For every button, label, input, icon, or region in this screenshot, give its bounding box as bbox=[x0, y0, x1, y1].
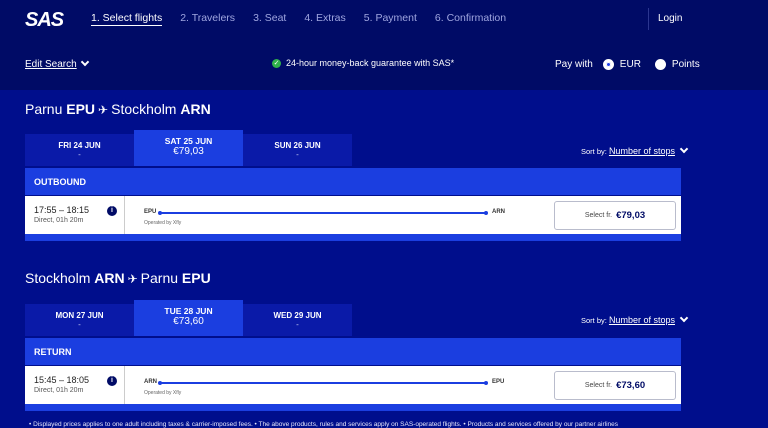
fare-price: €79,03 bbox=[616, 210, 646, 221]
radio-eur[interactable] bbox=[602, 59, 614, 70]
pay-with-selector: Pay with EUR Points bbox=[555, 59, 708, 70]
radio-points[interactable] bbox=[654, 59, 666, 70]
date-label: SUN 26 JUN bbox=[274, 141, 321, 150]
destination-city: Stockholm bbox=[111, 101, 177, 117]
date-label: SAT 25 JUN bbox=[164, 136, 213, 146]
step-confirmation[interactable]: 6. Confirmation bbox=[435, 12, 506, 26]
return-flight-row[interactable]: 15:45 – 18:05 Direct, 01h 20m i ARN EPU … bbox=[25, 366, 681, 404]
date-price: - bbox=[296, 150, 299, 159]
origin-code: EPU bbox=[66, 101, 96, 117]
date-price: €73,60 bbox=[173, 316, 204, 327]
sort-label: Sort by: bbox=[581, 316, 607, 325]
date-tab-selected[interactable]: TUE 28 JUN €73,60 bbox=[134, 300, 243, 336]
outbound-route-title: Parnu EPU ✈ Stockholm ARN bbox=[25, 101, 211, 117]
divider bbox=[124, 366, 125, 404]
guarantee-notice: ✓ 24-hour money-back guarantee with SAS* bbox=[272, 58, 454, 68]
route-line bbox=[158, 381, 488, 385]
check-circle-icon: ✓ bbox=[272, 58, 281, 68]
booking-steps: 1. Select flights 2. Travelers 3. Seat 4… bbox=[91, 12, 506, 26]
info-icon[interactable]: i bbox=[107, 206, 117, 216]
sort-label: Sort by: bbox=[581, 147, 607, 156]
origin-code: ARN bbox=[94, 270, 125, 286]
operator-text: Operated by Xfly bbox=[144, 220, 182, 226]
plane-icon: ✈ bbox=[127, 272, 138, 286]
flight-time: 17:55 – 18:15 bbox=[34, 205, 90, 215]
divider bbox=[124, 196, 125, 234]
top-navigation: SAS 1. Select flights 2. Travelers 3. Se… bbox=[0, 0, 768, 40]
destination-code: EPU bbox=[181, 270, 211, 286]
select-label: Select fr. bbox=[584, 212, 613, 219]
return-sort[interactable]: Sort by: Number of stops bbox=[581, 313, 689, 325]
chevron-down-icon bbox=[80, 57, 89, 67]
search-options-bar: Edit Search ✓ 24-hour money-back guarant… bbox=[0, 40, 768, 90]
pay-with-label: Pay with bbox=[555, 59, 593, 70]
date-tab-selected[interactable]: SAT 25 JUN €79,03 bbox=[134, 130, 243, 166]
outbound-date-selector: FRI 24 JUN - SAT 25 JUN €79,03 SUN 26 JU… bbox=[25, 130, 352, 166]
step-payment[interactable]: 5. Payment bbox=[364, 12, 417, 26]
flight-row-border bbox=[25, 234, 681, 241]
flight-duration: Direct, 01h 20m bbox=[34, 387, 84, 394]
step-seat[interactable]: 3. Seat bbox=[253, 12, 286, 26]
outbound-flight-row[interactable]: 17:55 – 18:15 Direct, 01h 20m i EPU ARN … bbox=[25, 196, 681, 234]
date-price: - bbox=[78, 150, 81, 159]
date-price: - bbox=[78, 320, 81, 329]
radio-points-label[interactable]: Points bbox=[672, 59, 700, 70]
return-route-title: Stockholm ARN ✈ Parnu EPU bbox=[25, 270, 211, 286]
origin-city: Parnu bbox=[25, 101, 63, 117]
select-fare-button[interactable]: Select fr. €73,60 bbox=[554, 371, 676, 400]
radio-eur-label[interactable]: EUR bbox=[620, 59, 641, 70]
date-price: €79,03 bbox=[173, 146, 204, 157]
nav-divider bbox=[648, 8, 649, 30]
flight-destination: ARN bbox=[492, 209, 505, 215]
step-extras[interactable]: 4. Extras bbox=[304, 12, 345, 26]
login-link[interactable]: Login bbox=[658, 13, 682, 24]
outbound-header: OUTBOUND bbox=[25, 168, 681, 195]
flight-destination: EPU bbox=[492, 379, 505, 385]
step-travelers[interactable]: 2. Travelers bbox=[180, 12, 235, 26]
sas-logo[interactable]: SAS bbox=[25, 9, 64, 32]
edit-search-label: Edit Search bbox=[25, 59, 77, 70]
destination-city: Parnu bbox=[140, 270, 179, 286]
guarantee-text: 24-hour money-back guarantee with SAS* bbox=[286, 58, 455, 68]
return-header: RETURN bbox=[25, 338, 681, 365]
flight-row-border bbox=[25, 404, 681, 411]
plane-icon: ✈ bbox=[98, 103, 109, 117]
date-label: MON 27 JUN bbox=[55, 311, 104, 320]
flight-time: 15:45 – 18:05 bbox=[34, 375, 90, 385]
date-tab[interactable]: SUN 26 JUN - bbox=[243, 134, 352, 166]
edit-search-button[interactable]: Edit Search bbox=[25, 57, 89, 70]
sort-value[interactable]: Number of stops bbox=[609, 146, 675, 156]
select-fare-button[interactable]: Select fr. €79,03 bbox=[554, 201, 676, 230]
return-date-selector: MON 27 JUN - TUE 28 JUN €73,60 WED 29 JU… bbox=[25, 300, 352, 336]
flight-origin: ARN bbox=[144, 379, 157, 385]
info-icon[interactable]: i bbox=[107, 376, 117, 386]
fare-price: €73,60 bbox=[616, 380, 646, 391]
destination-code: ARN bbox=[180, 101, 211, 117]
date-tab[interactable]: MON 27 JUN - bbox=[25, 304, 134, 336]
route-line bbox=[158, 211, 488, 215]
flight-duration: Direct, 01h 20m bbox=[34, 217, 84, 224]
sort-value[interactable]: Number of stops bbox=[609, 315, 675, 325]
date-price: - bbox=[296, 320, 299, 329]
date-label: WED 29 JUN bbox=[273, 311, 322, 320]
date-label: FRI 24 JUN bbox=[58, 141, 101, 150]
chevron-down-icon bbox=[679, 313, 689, 323]
outbound-sort[interactable]: Sort by: Number of stops bbox=[581, 144, 689, 156]
price-disclaimer: • Displayed prices applies to one adult … bbox=[29, 421, 619, 428]
select-label: Select fr. bbox=[584, 382, 613, 389]
chevron-down-icon bbox=[679, 144, 689, 154]
date-tab[interactable]: WED 29 JUN - bbox=[243, 304, 352, 336]
flight-origin: EPU bbox=[144, 209, 157, 215]
operator-text: Operated by Xfly bbox=[144, 390, 182, 396]
date-tab[interactable]: FRI 24 JUN - bbox=[25, 134, 134, 166]
date-label: TUE 28 JUN bbox=[164, 306, 213, 316]
step-select-flights[interactable]: 1. Select flights bbox=[91, 12, 163, 26]
origin-city: Stockholm bbox=[25, 270, 91, 286]
